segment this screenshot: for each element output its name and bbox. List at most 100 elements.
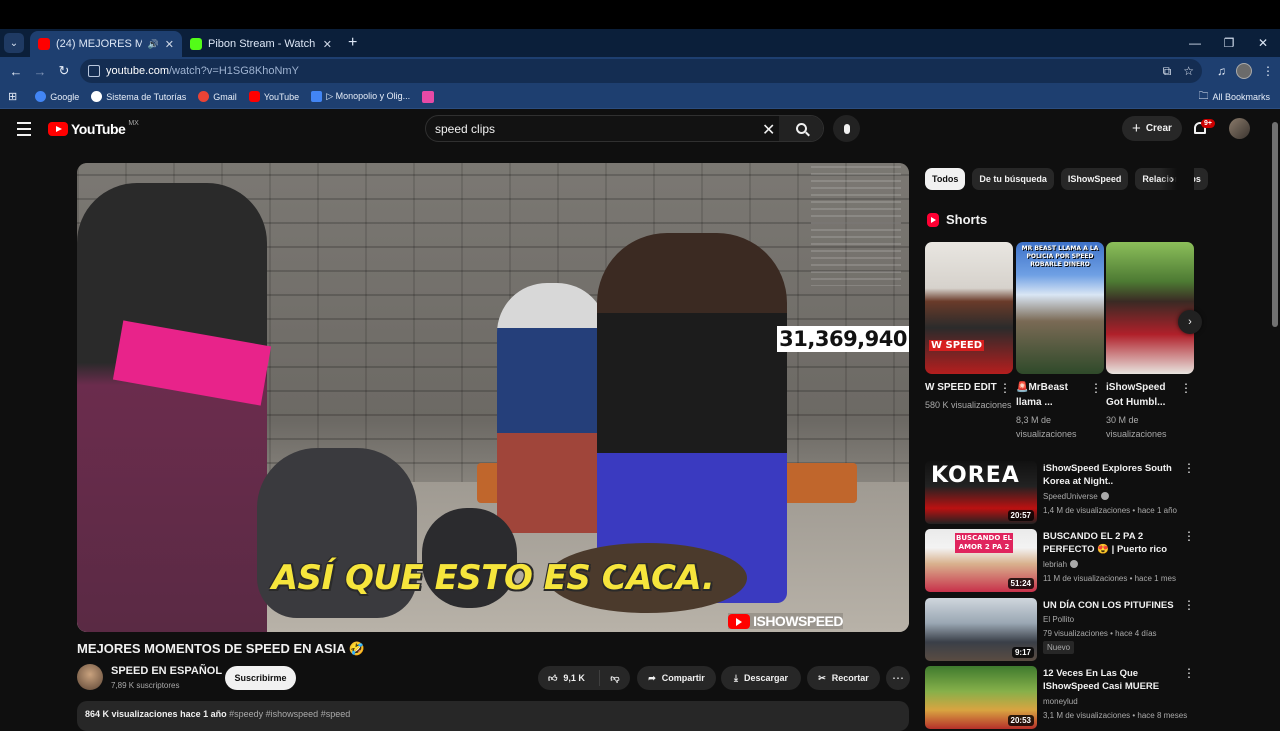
search-icon: [795, 123, 807, 134]
chevron-down-icon[interactable]: ⌄: [4, 33, 24, 53]
recommendation-item[interactable]: 9:17 UN DÍA CON LOS PITUFINES El Pollito…: [925, 598, 1195, 662]
bookmark-gmail[interactable]: Gmail: [198, 91, 237, 102]
minimize-icon[interactable]: —: [1178, 29, 1212, 57]
forward-arrow-icon[interactable]: →: [28, 64, 52, 79]
hashtags[interactable]: #speedy #ishowspeed #speed: [229, 709, 350, 719]
description-box[interactable]: 864 K visualizaciones hace 1 año #speedy…: [77, 701, 909, 731]
download-label: Descargar: [743, 673, 788, 683]
microphone-icon: [843, 123, 850, 134]
download-button[interactable]: ⤓ Descargar: [721, 666, 801, 690]
chip-ishowspeed[interactable]: IShowSpeed: [1060, 168, 1129, 190]
video-duration: 20:57: [1007, 510, 1034, 521]
short-thumbnail[interactable]: W SPEED: [925, 242, 1013, 374]
video-thumbnail[interactable]: BUSCANDO EL AMOR 2 PA 2 51:24: [925, 529, 1037, 592]
more-vert-icon[interactable]: ⋮: [1183, 529, 1195, 543]
more-vert-icon[interactable]: ⋮: [1180, 381, 1192, 395]
reload-icon[interactable]: ↻: [52, 63, 76, 79]
more-vert-icon[interactable]: ⋮: [1090, 381, 1102, 395]
channel-label: El Pollito: [1043, 615, 1075, 624]
video-duration: 51:24: [1007, 578, 1034, 589]
site-info-icon[interactable]: [88, 65, 100, 77]
video-thumbnail[interactable]: KOREA 20:57: [925, 461, 1037, 524]
channel-label: moneylud: [1043, 697, 1078, 706]
bookmark-youtube[interactable]: YouTube: [248, 91, 299, 102]
recommendation-item[interactable]: 20:53 12 Veces En Las Que IShowSpeed Cas…: [925, 666, 1195, 730]
menu-icon[interactable]: [17, 122, 31, 140]
short-overlay-text: MR BEAST LLAMA A LA POLICIA POR SPEED RO…: [1021, 245, 1099, 268]
short-thumbnail[interactable]: [1106, 242, 1194, 374]
recommendation-item[interactable]: BUSCANDO EL AMOR 2 PA 2 51:24 BUSCANDO E…: [925, 529, 1195, 593]
address-bar-row: ← → ↻ youtube.com/watch?v=H1SG8KhoNmY ⧉ …: [0, 57, 1280, 85]
google-icon: [35, 91, 47, 102]
bookmark-tutorias[interactable]: Sistema de Tutorías: [91, 91, 186, 102]
recommendation-channel[interactable]: lebriah: [1043, 560, 1079, 569]
channel-name[interactable]: SPEED EN ESPAÑOL: [111, 665, 222, 677]
subscribe-button[interactable]: Suscribirme: [225, 666, 296, 690]
video-player[interactable]: 31,369,940 ASÍ QUE ESTO ES CACA. ISHOWSP…: [77, 163, 909, 632]
tab-kick[interactable]: Pibon Stream - Watch Live on Kick ✕: [182, 31, 340, 57]
chip-de-tu-busqueda[interactable]: De tu búsqueda: [972, 168, 1054, 190]
youtube-play-icon: [728, 613, 751, 629]
like-button[interactable]: 👍︎ 9,1 K: [538, 670, 600, 686]
recommendation-channel[interactable]: moneylud: [1043, 697, 1078, 706]
new-tab-plus-icon[interactable]: +: [348, 34, 357, 52]
short-views: 8,3 M de visualizaciones: [1016, 415, 1077, 439]
back-arrow-icon[interactable]: ←: [4, 64, 28, 79]
short-item[interactable]: iShowSpeed Got Humbl... 30 M de visualiz…: [1106, 242, 1194, 441]
short-item[interactable]: MR BEAST LLAMA A LA POLICIA POR SPEED RO…: [1016, 242, 1104, 441]
scrollbar-thumb[interactable]: [1272, 122, 1278, 327]
channel-avatar[interactable]: [77, 664, 103, 690]
speaker-icon[interactable]: 🔊: [148, 39, 159, 50]
recommendation-channel[interactable]: SpeedUniverse: [1043, 492, 1109, 501]
profile-avatar[interactable]: [1236, 63, 1252, 79]
video-duration: 9:17: [1011, 647, 1034, 658]
close-tab-icon[interactable]: ✕: [165, 38, 174, 51]
more-vert-icon[interactable]: ⋮: [1183, 666, 1195, 680]
more-vert-icon[interactable]: ⋮: [1183, 461, 1195, 475]
chip-todos[interactable]: Todos: [925, 168, 966, 190]
search-button[interactable]: [779, 116, 823, 141]
bookmark-star-icon[interactable]: ☆: [1183, 64, 1194, 78]
page-scrollbar[interactable]: [1270, 110, 1280, 720]
video-thumbnail[interactable]: 9:17: [925, 598, 1037, 661]
clip-label: Recortar: [831, 673, 869, 683]
recommendation-channel[interactable]: El Pollito: [1043, 615, 1074, 624]
close-window-icon[interactable]: ✕: [1246, 29, 1280, 57]
tab-youtube[interactable]: (24) MEJORES MOMENTOS DE SPEED EN ASIA 🔊…: [30, 31, 182, 57]
chevron-right-icon[interactable]: ›: [1170, 172, 1174, 186]
short-item[interactable]: W SPEED W SPEED EDIT 580 K visualizacion…: [925, 242, 1013, 412]
short-title: W SPEED EDIT: [925, 382, 997, 393]
media-controls-icon[interactable]: ♫: [1217, 64, 1226, 78]
youtube-play-icon: [48, 122, 68, 136]
search-input[interactable]: [426, 121, 746, 136]
chevron-right-icon[interactable]: ›: [1178, 310, 1202, 334]
shorts-icon: [927, 212, 939, 227]
voice-search-button[interactable]: [833, 115, 860, 142]
recommendation-item[interactable]: KOREA 20:57 iShowSpeed Explores South Ko…: [925, 461, 1195, 525]
browser-menu-icon[interactable]: ⋮: [1262, 64, 1274, 78]
apps-grid-icon[interactable]: ⊞: [8, 90, 17, 103]
channel-label: lebriah: [1043, 560, 1068, 569]
install-app-icon[interactable]: ⧉: [1163, 64, 1172, 79]
recommendation-title: UN DÍA CON LOS PITUFINES: [1043, 600, 1174, 611]
more-vert-icon[interactable]: ⋮: [1183, 598, 1195, 612]
youtube-logo[interactable]: YouTube MX: [48, 120, 139, 137]
recommendation-meta: 79 visualizaciones • hace 4 días: [1043, 629, 1157, 638]
bookmark-google[interactable]: Google: [35, 91, 79, 102]
bookmark-monopolio[interactable]: ▷ Monopolio y Olig...: [311, 91, 410, 102]
all-bookmarks[interactable]: 🗀 All Bookmarks: [1198, 85, 1270, 109]
close-tab-icon[interactable]: ✕: [323, 38, 332, 51]
bookmark-pink[interactable]: [422, 90, 435, 103]
dislike-button[interactable]: 👎︎: [600, 673, 630, 684]
restore-icon[interactable]: ❐: [1212, 29, 1246, 57]
short-thumbnail[interactable]: MR BEAST LLAMA A LA POLICIA POR SPEED RO…: [1016, 242, 1104, 374]
more-actions-icon[interactable]: ⋯: [886, 666, 910, 690]
url-field[interactable]: youtube.com/watch?v=H1SG8KhoNmY ⧉ ☆: [80, 59, 1202, 83]
share-button[interactable]: ➦ Compartir: [637, 666, 716, 690]
account-avatar[interactable]: [1229, 118, 1250, 139]
share-icon: ➦: [648, 672, 656, 683]
clip-button[interactable]: ✂ Recortar: [807, 666, 880, 690]
more-vert-icon[interactable]: ⋮: [999, 381, 1011, 395]
clear-search-icon[interactable]: ✕: [762, 120, 775, 140]
create-button[interactable]: + Crear: [1122, 116, 1182, 141]
